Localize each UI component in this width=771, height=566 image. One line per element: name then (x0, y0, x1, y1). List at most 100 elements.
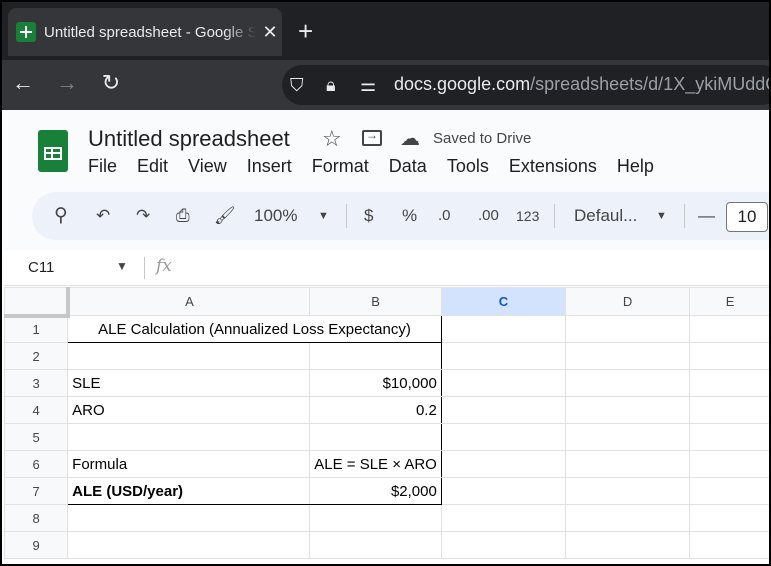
more-formats-button[interactable]: 123 (516, 204, 539, 228)
print-icon[interactable]: ⎙ (176, 204, 190, 228)
row-header[interactable]: 4 (3, 396, 69, 424)
cell[interactable] (564, 477, 691, 505)
cell-a9[interactable] (67, 531, 311, 559)
lock-icon[interactable]: 🔒︎ (326, 73, 336, 97)
cell[interactable] (689, 342, 769, 370)
row-header[interactable]: 1 (3, 315, 69, 343)
cell[interactable] (440, 531, 566, 559)
cell[interactable] (440, 450, 566, 478)
forward-icon[interactable]: → (54, 70, 80, 96)
cell[interactable] (440, 477, 566, 505)
cell[interactable] (689, 369, 769, 397)
paint-format-icon[interactable]: 🖌︎ (214, 204, 236, 228)
cell[interactable] (689, 504, 769, 532)
cell-a7[interactable]: ALE (USD/year) (67, 477, 311, 505)
cell[interactable] (689, 477, 769, 505)
menu-format[interactable]: Format (312, 156, 369, 177)
cell-b7[interactable]: $2,000 (309, 477, 442, 505)
cell[interactable] (564, 396, 691, 424)
cell[interactable] (564, 315, 691, 343)
cell[interactable] (440, 369, 566, 397)
site-settings-icon[interactable]: ⚌ (360, 73, 376, 97)
cloud-saved-icon[interactable]: ☁ (400, 126, 420, 151)
row-header[interactable]: 5 (3, 423, 69, 451)
row-header[interactable]: 6 (3, 450, 69, 478)
browser-tab[interactable]: Untitled spreadsheet - Google Sheets ✕ (8, 8, 282, 56)
cell[interactable] (564, 450, 691, 478)
undo-icon[interactable]: ↶ (96, 204, 110, 228)
zoom-select[interactable]: 100% (254, 204, 297, 228)
menu-tools[interactable]: Tools (447, 156, 489, 177)
row-header[interactable]: 2 (3, 342, 69, 370)
cell[interactable] (440, 315, 566, 343)
currency-button[interactable]: $ (364, 204, 373, 228)
cell-a6[interactable]: Formula (67, 450, 311, 478)
chevron-down-icon[interactable]: ▼ (318, 204, 329, 228)
menu-edit[interactable]: Edit (137, 156, 168, 177)
redo-icon[interactable]: ↷ (136, 204, 150, 228)
url-text[interactable]: docs.google.com/spreadsheets/d/1X_ykiMUd… (394, 74, 769, 95)
row-header[interactable]: 3 (3, 369, 69, 397)
row-header[interactable]: 7 (3, 477, 69, 505)
column-header-e[interactable]: E (689, 287, 769, 316)
reload-icon[interactable]: ↻ (98, 70, 124, 96)
menu-extensions[interactable]: Extensions (509, 156, 597, 177)
menu-view[interactable]: View (188, 156, 227, 177)
cell-b5[interactable] (309, 423, 442, 451)
cell[interactable] (440, 423, 566, 451)
cell[interactable] (689, 531, 769, 559)
cell[interactable] (689, 450, 769, 478)
cell[interactable] (689, 423, 769, 451)
cell-b6[interactable]: ALE = SLE × ARO (309, 450, 442, 478)
cell[interactable] (689, 396, 769, 424)
column-header-b[interactable]: B (309, 287, 442, 316)
cell-b2[interactable] (309, 342, 442, 370)
cell[interactable] (564, 531, 691, 559)
cell-a1[interactable]: ALE Calculation (Annualized Loss Expecta… (67, 315, 442, 343)
cell-a2[interactable] (67, 342, 311, 370)
cell[interactable] (564, 369, 691, 397)
increase-decimals-button[interactable]: .00 (478, 204, 499, 228)
decrease-decimals-button[interactable]: .0 (438, 204, 451, 228)
chevron-down-icon[interactable]: ▼ (656, 204, 667, 228)
cell-a4[interactable]: ARO (67, 396, 311, 424)
name-box[interactable]: C11 (28, 259, 54, 276)
select-all-corner[interactable] (3, 287, 70, 318)
star-icon[interactable]: ☆ (322, 126, 342, 152)
cell[interactable] (564, 423, 691, 451)
new-tab-button[interactable]: + (298, 18, 313, 44)
address-bar[interactable]: ⛉ 🔒︎ ⚌ docs.google.com/spreadsheets/d/1X… (282, 65, 769, 105)
sheets-logo-icon[interactable] (38, 130, 68, 172)
menu-file[interactable]: File (88, 156, 117, 177)
cell-b9[interactable] (309, 531, 442, 559)
font-size-input[interactable]: 10 (726, 202, 768, 232)
cell[interactable] (564, 342, 691, 370)
document-title[interactable]: Untitled spreadsheet (88, 126, 290, 152)
menu-data[interactable]: Data (389, 156, 427, 177)
column-header-c[interactable]: C (440, 287, 566, 316)
back-icon[interactable]: ← (10, 70, 36, 96)
cell-b3[interactable]: $10,000 (309, 369, 442, 397)
cell-b8[interactable] (309, 504, 442, 532)
shield-icon[interactable]: ⛉ (290, 73, 304, 97)
search-icon[interactable]: ⚲ (54, 204, 68, 228)
cell-a3[interactable]: SLE (67, 369, 311, 397)
cell-a5[interactable] (67, 423, 311, 451)
chevron-down-icon[interactable]: ▼ (116, 259, 128, 273)
menu-insert[interactable]: Insert (247, 156, 292, 177)
decrease-font-size-button[interactable]: — (698, 204, 715, 228)
cell[interactable] (440, 504, 566, 532)
percent-button[interactable]: % (402, 204, 417, 228)
row-header[interactable]: 8 (3, 504, 69, 532)
font-select[interactable]: Defaul... (574, 204, 637, 228)
cell[interactable] (440, 396, 566, 424)
menu-help[interactable]: Help (617, 156, 654, 177)
column-header-d[interactable]: D (564, 287, 691, 316)
save-status[interactable]: Saved to Drive (433, 130, 531, 147)
cell-a8[interactable] (67, 504, 311, 532)
cell[interactable] (564, 504, 691, 532)
cell[interactable] (689, 315, 769, 343)
column-header-a[interactable]: A (67, 287, 311, 316)
row-header[interactable]: 9 (3, 531, 69, 559)
cell-b4[interactable]: 0.2 (309, 396, 442, 424)
